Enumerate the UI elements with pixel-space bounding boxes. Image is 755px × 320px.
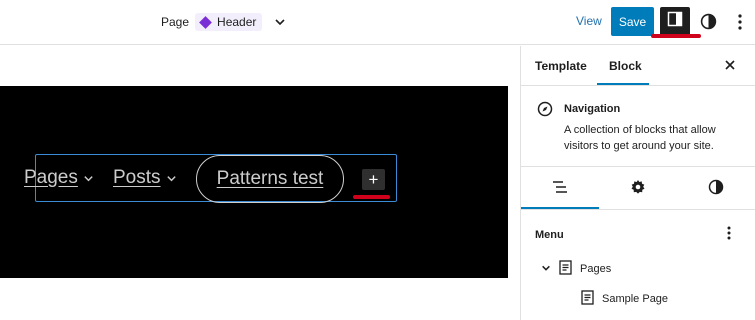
- page-icon: [559, 260, 572, 278]
- template-name: Header: [217, 15, 257, 29]
- page-icon: [581, 290, 594, 308]
- navigation-compass-icon: [537, 101, 553, 122]
- close-icon[interactable]: [723, 58, 737, 77]
- active-subtab-indicator: [521, 207, 599, 209]
- menu-tree-label: Pages: [580, 263, 612, 275]
- chevron-down-icon[interactable]: [166, 173, 177, 184]
- annotation-underline: [353, 195, 390, 199]
- menu-tree-item-pages[interactable]: Pages: [541, 260, 611, 278]
- nav-item-posts[interactable]: Posts: [113, 167, 177, 189]
- menu-tree-item-sample-page[interactable]: Sample Page: [581, 290, 668, 308]
- annotation-underline: [651, 34, 701, 38]
- doc-type-label: Page: [161, 15, 190, 29]
- tab-template[interactable]: Template: [535, 46, 587, 86]
- nav-item-label: Pages: [24, 167, 78, 188]
- document-title-bar[interactable]: Page Header: [161, 11, 286, 33]
- list-view-icon: [551, 180, 569, 199]
- tab-styles[interactable]: [677, 168, 755, 210]
- editor-top-bar: Page Header View Save: [0, 0, 755, 45]
- view-button[interactable]: View: [576, 14, 602, 28]
- more-options-icon[interactable]: [737, 13, 743, 36]
- template-part-icon: [199, 15, 212, 29]
- gear-icon: [630, 179, 646, 200]
- sidebar-panel-icon: [667, 11, 683, 32]
- block-card: Navigation A collection of blocks that a…: [521, 87, 755, 167]
- settings-sidebar-toggle[interactable]: [660, 7, 690, 36]
- editor-canvas[interactable]: Pages Posts Patterns test +: [0, 46, 520, 320]
- nav-pill-link[interactable]: Patterns test: [196, 155, 344, 203]
- tab-list-view[interactable]: [521, 168, 599, 210]
- chevron-down-icon[interactable]: [274, 16, 286, 28]
- more-options-icon[interactable]: [726, 225, 732, 246]
- chevron-down-icon[interactable]: [541, 263, 551, 276]
- header-template-part[interactable]: Pages Posts Patterns test +: [0, 86, 508, 278]
- menu-panel-title: Menu: [535, 229, 564, 241]
- save-button[interactable]: Save: [611, 7, 654, 36]
- styles-contrast-icon[interactable]: [700, 13, 717, 35]
- add-block-button[interactable]: +: [362, 169, 385, 190]
- chevron-down-icon[interactable]: [83, 173, 94, 184]
- tab-block[interactable]: Block: [609, 46, 642, 86]
- tab-settings[interactable]: [599, 168, 677, 210]
- inspector-subtabs: [521, 168, 755, 210]
- contrast-icon: [708, 179, 724, 200]
- nav-item-pages[interactable]: Pages: [24, 167, 94, 189]
- block-card-description: A collection of blocks that allow visito…: [564, 124, 716, 152]
- navigation-block[interactable]: Pages Posts Patterns test +: [24, 154, 397, 203]
- template-part-pill[interactable]: Header: [195, 13, 263, 31]
- sidebar-tabs: Template Block: [521, 46, 755, 86]
- nav-item-label: Posts: [113, 167, 161, 188]
- menu-tree-label: Sample Page: [602, 293, 669, 305]
- active-tab-indicator: [597, 83, 649, 85]
- settings-sidebar: Template Block Navigation A collection o…: [520, 46, 755, 320]
- block-card-title: Navigation: [564, 103, 621, 115]
- nav-pill-label: Patterns test: [216, 168, 324, 189]
